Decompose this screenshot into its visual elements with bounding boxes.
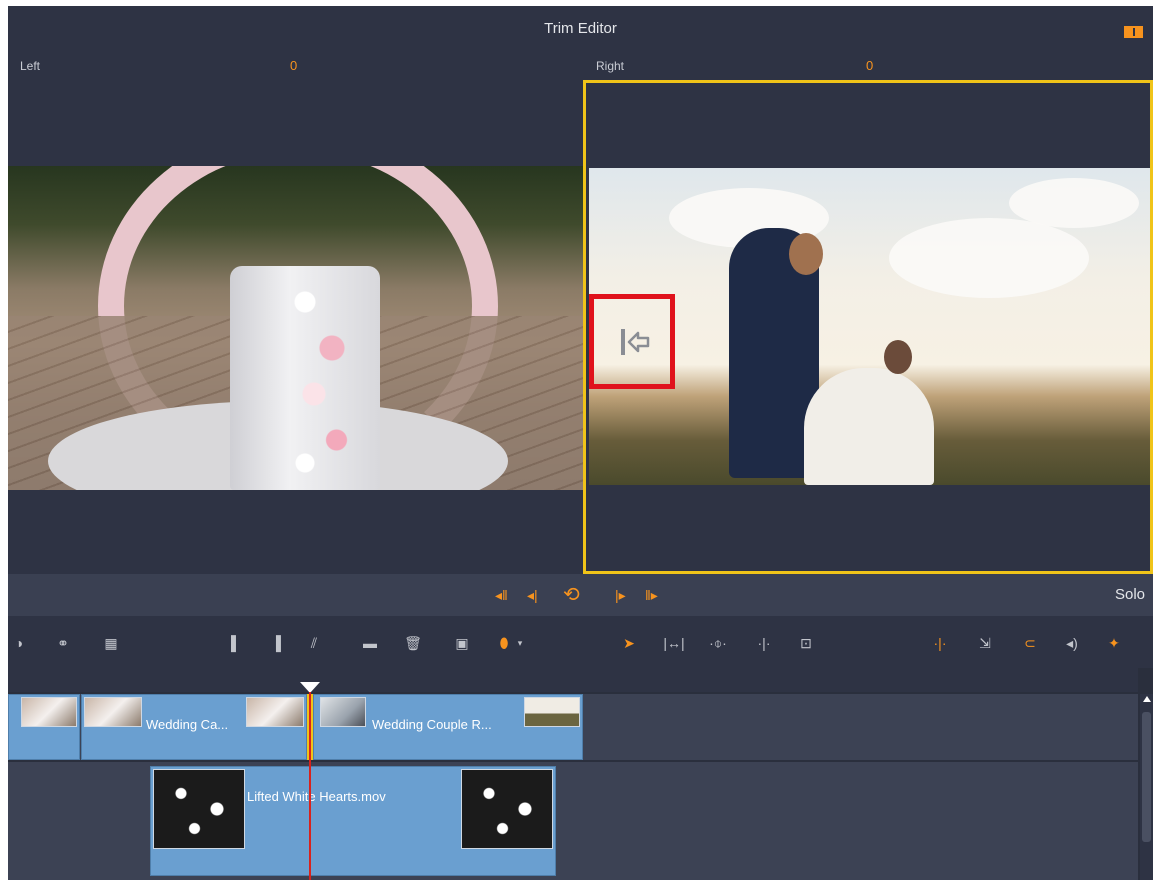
- timeline-scrollbar[interactable]: [1140, 694, 1153, 880]
- clip-thumbnail: [246, 697, 304, 727]
- fit-tool-icon[interactable]: ⊡: [796, 634, 816, 652]
- step-back-button[interactable]: ◂|: [527, 585, 538, 605]
- insert-icon[interactable]: ⇲: [974, 634, 996, 652]
- magnet-icon[interactable]: ⊂: [1020, 634, 1040, 652]
- cloud: [889, 218, 1089, 298]
- media-icon[interactable]: ▦: [100, 634, 122, 652]
- slip-tool-icon[interactable]: ·⌽·: [706, 634, 730, 652]
- clip-thumbnail: [461, 769, 553, 849]
- marker-icon[interactable]: ⬮: [494, 634, 514, 652]
- marker-dropdown-icon[interactable]: ▾: [514, 634, 526, 652]
- split-icon[interactable]: ⫽: [304, 634, 324, 652]
- video-track: Wedding Ca... Wedding Couple R...: [8, 694, 1138, 760]
- mark-out-icon[interactable]: ▐: [270, 634, 282, 652]
- clip-thumbnail: [84, 697, 142, 727]
- clip-thumbnail: [21, 697, 77, 727]
- timeline-area: Wedding Ca... Wedding Couple R... Lifted…: [8, 668, 1153, 880]
- scroll-thumb[interactable]: [1142, 712, 1151, 842]
- timeline-toolbar: ◑ ⚭ ▦ ▌ ▐ ⫽ ▬ 🗑 ▣ ⬮ ▾ ➤ |↔| ·⌽· ·|· ⊡ ·|…: [8, 618, 1153, 668]
- trim-mode-icon[interactable]: ·|·: [928, 634, 952, 652]
- bride-head: [884, 340, 912, 374]
- timeline-ruler[interactable]: [8, 668, 1138, 692]
- left-preview-video[interactable]: [8, 166, 583, 490]
- cake-flowers: [278, 256, 368, 486]
- timeline-clip[interactable]: Lifted White Hearts.mov: [150, 766, 556, 876]
- groom-head: [789, 233, 823, 275]
- clip-thumbnail: [153, 769, 245, 849]
- color-picker-icon[interactable]: ◑: [10, 634, 28, 652]
- audio-scrub-icon[interactable]: ◂): [1060, 634, 1084, 652]
- clip-thumbnail: [320, 697, 366, 727]
- trim-editor-window: Trim Editor Left 0 Right 0 ◂‖ ◂| ⟲ |▸ ‖▸…: [8, 6, 1153, 880]
- mark-in-icon[interactable]: ▌: [230, 634, 242, 652]
- trim-indicator-highlight: [589, 294, 675, 389]
- delete-icon[interactable]: 🗑: [404, 634, 422, 652]
- window-title: Trim Editor: [544, 20, 617, 37]
- trim-left-arrow-icon[interactable]: [618, 325, 652, 359]
- right-monitor-label: Right: [596, 59, 625, 73]
- clip-name: Wedding Couple R...: [372, 717, 492, 732]
- timeline-clip[interactable]: Wedding Ca...: [81, 694, 307, 760]
- player-controls-bar: ◂‖ ◂| ⟲ |▸ ‖▸ Solo: [8, 574, 1153, 616]
- bride-figure: [804, 368, 934, 485]
- step-forward-button[interactable]: |▸: [615, 585, 626, 605]
- pointer-tool-icon[interactable]: ➤: [620, 634, 638, 652]
- go-to-end-button[interactable]: ‖▸: [645, 585, 658, 605]
- link-icon[interactable]: ⚭: [54, 634, 72, 652]
- ripple-trim-icon[interactable]: |↔|: [662, 634, 686, 652]
- scroll-up-icon[interactable]: [1143, 696, 1151, 702]
- title-bar: Trim Editor: [8, 6, 1153, 56]
- clip-name: Wedding Ca...: [146, 717, 229, 732]
- layout-toggle-icon[interactable]: [1124, 26, 1143, 38]
- left-monitor-label: Left: [20, 59, 41, 73]
- transport-controls: ◂‖ ◂| ⟲ |▸ ‖▸: [495, 585, 675, 605]
- storyboard-icon[interactable]: ▬: [360, 634, 380, 652]
- overlay-track: Lifted White Hearts.mov: [8, 762, 1138, 880]
- snapshot-icon[interactable]: ▣: [452, 634, 472, 652]
- go-to-start-button[interactable]: ◂‖: [495, 585, 508, 605]
- left-monitor-value: 0: [290, 58, 298, 73]
- clip-thumbnail: [524, 697, 580, 727]
- slide-tool-icon[interactable]: ·|·: [752, 634, 776, 652]
- solo-button[interactable]: Solo: [1115, 586, 1145, 603]
- timeline-clip[interactable]: Wedding Couple R...: [313, 694, 583, 760]
- right-monitor-value: 0: [866, 58, 874, 73]
- clip-name: Lifted White Hearts.mov: [247, 789, 386, 804]
- loop-button[interactable]: ⟲: [563, 585, 580, 605]
- timeline-clip[interactable]: [8, 694, 80, 760]
- playhead-line[interactable]: [309, 692, 311, 880]
- more-options-icon[interactable]: ✦: [1102, 634, 1126, 652]
- cloud: [1009, 178, 1139, 228]
